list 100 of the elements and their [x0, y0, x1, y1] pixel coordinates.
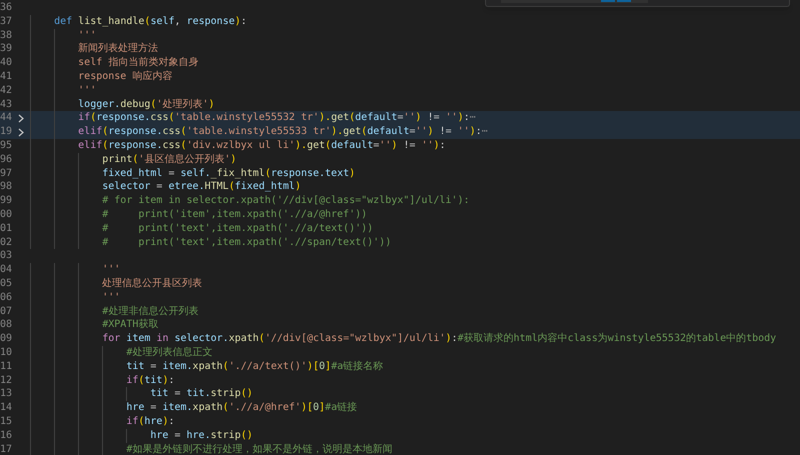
line-number: 42 [0, 84, 12, 98]
variable-token: tit [126, 360, 144, 374]
bracket-token: ) [427, 125, 434, 139]
variable-token: fixed_html [234, 180, 295, 194]
function-token: xpath [192, 360, 223, 374]
bracket-token: ( [180, 125, 187, 139]
line-number: 13 [0, 387, 12, 402]
bracket-token: ] [319, 401, 326, 415]
variable-token: response. [108, 125, 162, 139]
string-token: '处理列表' [156, 98, 208, 112]
function-token: css [150, 111, 168, 126]
bracket-token: ( [228, 180, 235, 194]
function-token: HTML [204, 180, 229, 194]
string-token: ''' [102, 263, 120, 277]
bracket-token: )[ [306, 360, 320, 374]
code-punctuation: = [149, 401, 158, 415]
string-token: '' [379, 138, 392, 153]
string-token: '' [415, 125, 428, 139]
code-punctuation: : [440, 138, 446, 153]
bracket-token: ) [445, 332, 452, 346]
bracket-token: ( [325, 138, 332, 153]
keyword-token: for [102, 332, 122, 346]
line-number: 04 [0, 263, 12, 277]
code-punctuation: = [155, 180, 164, 194]
variable-token: hre [150, 428, 168, 442]
line-number: 12 [0, 374, 12, 388]
code-punctuation: != [402, 138, 416, 153]
code-punctuation: = [397, 111, 404, 126]
string-token: '' [421, 138, 434, 153]
variable-token: item [126, 332, 152, 346]
function-token: xpath [228, 332, 259, 346]
line-number: 95 [0, 138, 12, 153]
fold-ellipsis[interactable]: ⋯ [470, 111, 476, 126]
function-token: _fix_html [210, 166, 265, 180]
bracket-token: ) [470, 125, 476, 139]
function-token: get [343, 125, 362, 139]
line-number: 05 [0, 276, 12, 291]
function-token: css [162, 138, 181, 153]
variable-token: default [367, 125, 410, 139]
line-number: 00 [0, 208, 12, 222]
code-comment: # print('item',item.xpath('.//a/@href')) [102, 208, 368, 222]
variable-token: selector [102, 180, 150, 194]
bracket-token: ) [294, 180, 301, 194]
string-token: '县区信息公开列表' [138, 152, 230, 167]
function-token: strip [210, 428, 241, 442]
bracket-token: ( [258, 332, 265, 346]
variable-token: item. [162, 360, 193, 374]
variable-token: response. [96, 111, 150, 126]
code-comment: #获取请求的html内容中class为winstyle55532的table中的tbody [458, 332, 776, 346]
line-number: 36 [0, 1, 12, 15]
code-comment: #处理列表信息正文 [126, 346, 212, 360]
keyword-token: def [54, 14, 74, 29]
code-punctuation: : [451, 332, 458, 346]
bracket-token: ) [162, 374, 168, 388]
bracket-token: ( [132, 152, 138, 167]
variable-token: tit [144, 374, 162, 388]
variable-token: selector. [174, 332, 229, 346]
string-token: './/a/text()' [228, 360, 307, 374]
number-token: 0 [312, 401, 320, 415]
code-punctuation: , [174, 14, 182, 29]
variable-token: etree. [168, 180, 205, 194]
code-punctuation: = [167, 166, 176, 180]
bracket-token: ( [264, 166, 271, 180]
bracket-token: ) [458, 111, 464, 126]
line-number: 16 [0, 428, 12, 442]
string-token: 新闻列表处理方法 [78, 42, 158, 56]
bracket-token: ( [180, 138, 187, 153]
string-token: '' [458, 125, 470, 139]
variable-token: self [150, 14, 175, 29]
bracket-token: ] [325, 360, 332, 374]
string-token: 'div.wzlbyx ul li' [186, 138, 295, 153]
bracket-token: ) [162, 414, 168, 429]
bracket-token: ( [150, 98, 156, 112]
fold-ellipsis[interactable]: ⋯ [482, 125, 488, 139]
line-number: 11 [0, 360, 12, 374]
variable-token: hre. [186, 428, 211, 442]
variable-token: response. [108, 138, 162, 153]
bracket-token: ). [294, 138, 307, 153]
line-number: 08 [0, 318, 12, 332]
code-punctuation: != [438, 125, 453, 139]
code-comment: #XPATH获取 [102, 318, 158, 332]
string-token: '//div[@class="wzlbyx"]/ul/li' [264, 332, 446, 346]
string-token: ''' [78, 84, 96, 98]
variable-token: hre [144, 414, 162, 429]
bracket-token: ) [391, 138, 398, 153]
bracket-token: ). [319, 111, 332, 126]
function-token: xpath [192, 401, 223, 415]
code-punctuation: = [173, 428, 182, 442]
string-token: './/a/@href' [228, 401, 301, 415]
variable-token: default [331, 138, 374, 153]
line-number: 98 [0, 180, 12, 194]
line-number: 19 [0, 125, 12, 139]
line-number: 10 [0, 346, 12, 360]
variable-token: fixed_html [102, 166, 162, 180]
line-number: 99 [0, 194, 12, 208]
bracket-token: )[ [300, 401, 313, 415]
string-token: 'table.winstyle55533 tr' [186, 125, 332, 139]
function-token: css [162, 125, 181, 139]
line-number: 01 [0, 222, 12, 236]
code-punctuation: : [168, 414, 175, 429]
